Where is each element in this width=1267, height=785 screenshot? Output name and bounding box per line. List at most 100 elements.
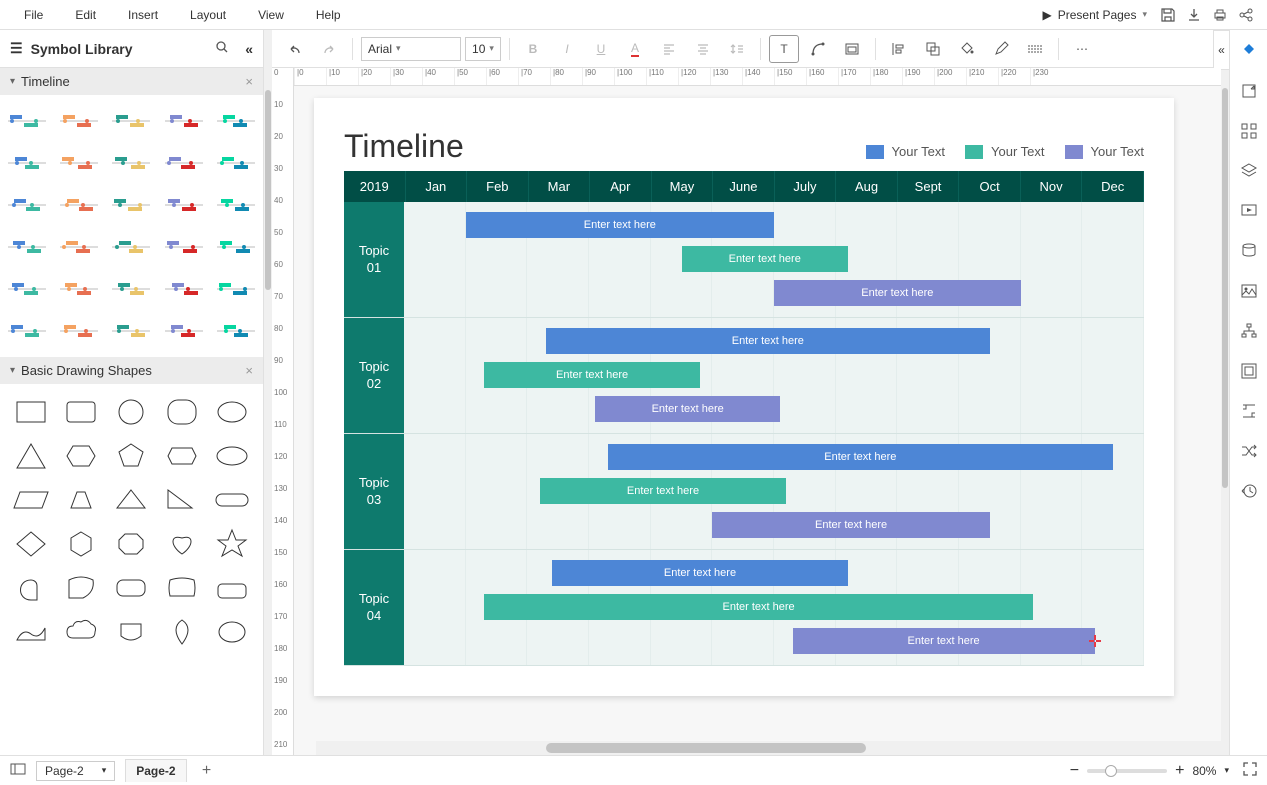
gantt-bar[interactable]: Enter text here	[608, 444, 1114, 470]
shape-symbol[interactable]	[108, 392, 154, 432]
shape-symbol[interactable]	[8, 524, 54, 564]
shape-symbol[interactable]	[209, 568, 255, 608]
font-size-select[interactable]: 10▾	[465, 37, 501, 61]
shuffle-icon[interactable]	[1236, 438, 1262, 464]
timeline-symbol[interactable]	[161, 271, 207, 307]
font-color-button[interactable]: A	[620, 35, 650, 63]
canvas[interactable]: Timeline Your Text Your Text Your Text 201…	[314, 98, 1174, 696]
menu-edit[interactable]: Edit	[59, 2, 112, 28]
grid-icon[interactable]	[1236, 118, 1262, 144]
timeline-symbol[interactable]	[108, 229, 154, 265]
shape-symbol[interactable]	[209, 524, 255, 564]
history-icon[interactable]	[1236, 478, 1262, 504]
chart-title[interactable]: Timeline	[344, 128, 464, 165]
timeline-symbol[interactable]	[161, 229, 207, 265]
shape-symbol[interactable]	[159, 524, 205, 564]
shapes-section-header[interactable]: ▾ Basic Drawing Shapes ×	[0, 357, 263, 384]
menu-layout[interactable]: Layout	[174, 2, 242, 28]
gantt-bar[interactable]: Enter text here	[484, 362, 700, 388]
container-button[interactable]	[837, 35, 867, 63]
timeline-symbol[interactable]	[161, 103, 207, 139]
presentation-icon[interactable]	[1236, 198, 1262, 224]
shape-symbol[interactable]	[58, 392, 104, 432]
shape-symbol[interactable]	[159, 480, 205, 520]
shape-symbol[interactable]	[209, 612, 255, 652]
timeline-symbol[interactable]	[56, 229, 102, 265]
shape-symbol[interactable]	[209, 436, 255, 476]
redo-button[interactable]	[314, 35, 344, 63]
timeline-symbol[interactable]	[213, 187, 259, 223]
gantt-bar[interactable]: Enter text here	[552, 560, 848, 586]
timeline-symbol[interactable]	[4, 187, 50, 223]
shape-symbol[interactable]	[159, 568, 205, 608]
fill-button[interactable]	[952, 35, 982, 63]
present-pages-button[interactable]: ▶ Present Pages ▾	[1035, 4, 1155, 26]
zoom-value[interactable]: 80%	[1192, 764, 1216, 778]
gantt-bar[interactable]: Enter text here	[712, 512, 990, 538]
shape-symbol[interactable]	[108, 524, 154, 564]
text-tool-button[interactable]: T	[769, 35, 799, 63]
shape-symbol[interactable]	[159, 612, 205, 652]
save-icon[interactable]	[1155, 2, 1181, 28]
image-icon[interactable]	[1236, 278, 1262, 304]
legend-item[interactable]: Your Text	[1065, 144, 1145, 159]
legend-item[interactable]: Your Text	[866, 144, 946, 159]
shape-symbol[interactable]	[8, 480, 54, 520]
print-icon[interactable]	[1207, 2, 1233, 28]
shape-symbol[interactable]	[58, 568, 104, 608]
database-icon[interactable]	[1236, 238, 1262, 264]
timeline-symbol[interactable]	[213, 313, 259, 349]
topic-label[interactable]: Topic01	[344, 202, 404, 317]
align-objects-button[interactable]	[884, 35, 914, 63]
italic-button[interactable]: I	[552, 35, 582, 63]
shape-symbol[interactable]	[209, 480, 255, 520]
shape-symbol[interactable]	[108, 568, 154, 608]
arrange-icon[interactable]	[1236, 398, 1262, 424]
timeline-symbol[interactable]	[4, 103, 50, 139]
zoom-out-button[interactable]: −	[1070, 762, 1079, 780]
vertical-scrollbar[interactable]	[1221, 68, 1229, 755]
timeline-symbol[interactable]	[213, 145, 259, 181]
download-icon[interactable]	[1181, 2, 1207, 28]
group-button[interactable]	[918, 35, 948, 63]
line-style-button[interactable]	[1020, 35, 1050, 63]
timeline-symbol[interactable]	[108, 145, 154, 181]
layers-icon[interactable]	[1236, 158, 1262, 184]
gantt-bar[interactable]: Enter text here	[793, 628, 1095, 654]
shape-symbol[interactable]	[58, 436, 104, 476]
timeline-symbol[interactable]	[56, 187, 102, 223]
more-button[interactable]: ⋯	[1067, 35, 1097, 63]
close-icon[interactable]: ×	[245, 74, 253, 89]
fullscreen-icon[interactable]	[1243, 762, 1257, 779]
gantt-bar[interactable]: Enter text here	[466, 212, 774, 238]
canvas-scroll[interactable]: |0|10|20|30|40|50|60|70|80|90|100|110|12…	[294, 68, 1221, 755]
style-icon[interactable]	[1236, 38, 1262, 64]
font-select[interactable]: Arial▾	[361, 37, 461, 61]
page-tab[interactable]: Page-2	[125, 759, 186, 782]
timeline-symbol[interactable]	[108, 187, 154, 223]
timeline-symbol[interactable]	[4, 313, 50, 349]
gantt-bar[interactable]: Enter text here	[546, 328, 990, 354]
share-icon[interactable]	[1233, 2, 1259, 28]
shape-symbol[interactable]	[108, 612, 154, 652]
timeline-symbol[interactable]	[161, 145, 207, 181]
search-icon[interactable]	[215, 40, 229, 57]
topic-label[interactable]: Topic02	[344, 318, 404, 433]
undo-button[interactable]	[280, 35, 310, 63]
align-center-button[interactable]	[688, 35, 718, 63]
menu-file[interactable]: File	[8, 2, 59, 28]
underline-button[interactable]: U	[586, 35, 616, 63]
legend-item[interactable]: Your Text	[965, 144, 1045, 159]
shape-symbol[interactable]	[8, 568, 54, 608]
page-dropdown[interactable]: Page-2▾	[36, 761, 115, 781]
collapse-sidebar-icon[interactable]: «	[245, 41, 253, 57]
menu-help[interactable]: Help	[300, 2, 357, 28]
timeline-symbol[interactable]	[213, 229, 259, 265]
timeline-section-header[interactable]: ▾ Timeline ×	[0, 68, 263, 95]
expand-panel-button[interactable]: «	[1213, 30, 1229, 70]
shape-symbol[interactable]	[159, 392, 205, 432]
timeline-symbol[interactable]	[4, 145, 50, 181]
gantt-chart[interactable]: 2019JanFebMarAprMayJuneJulyAugSeptOctNov…	[344, 171, 1144, 666]
connector-button[interactable]	[803, 35, 833, 63]
align-left-button[interactable]	[654, 35, 684, 63]
